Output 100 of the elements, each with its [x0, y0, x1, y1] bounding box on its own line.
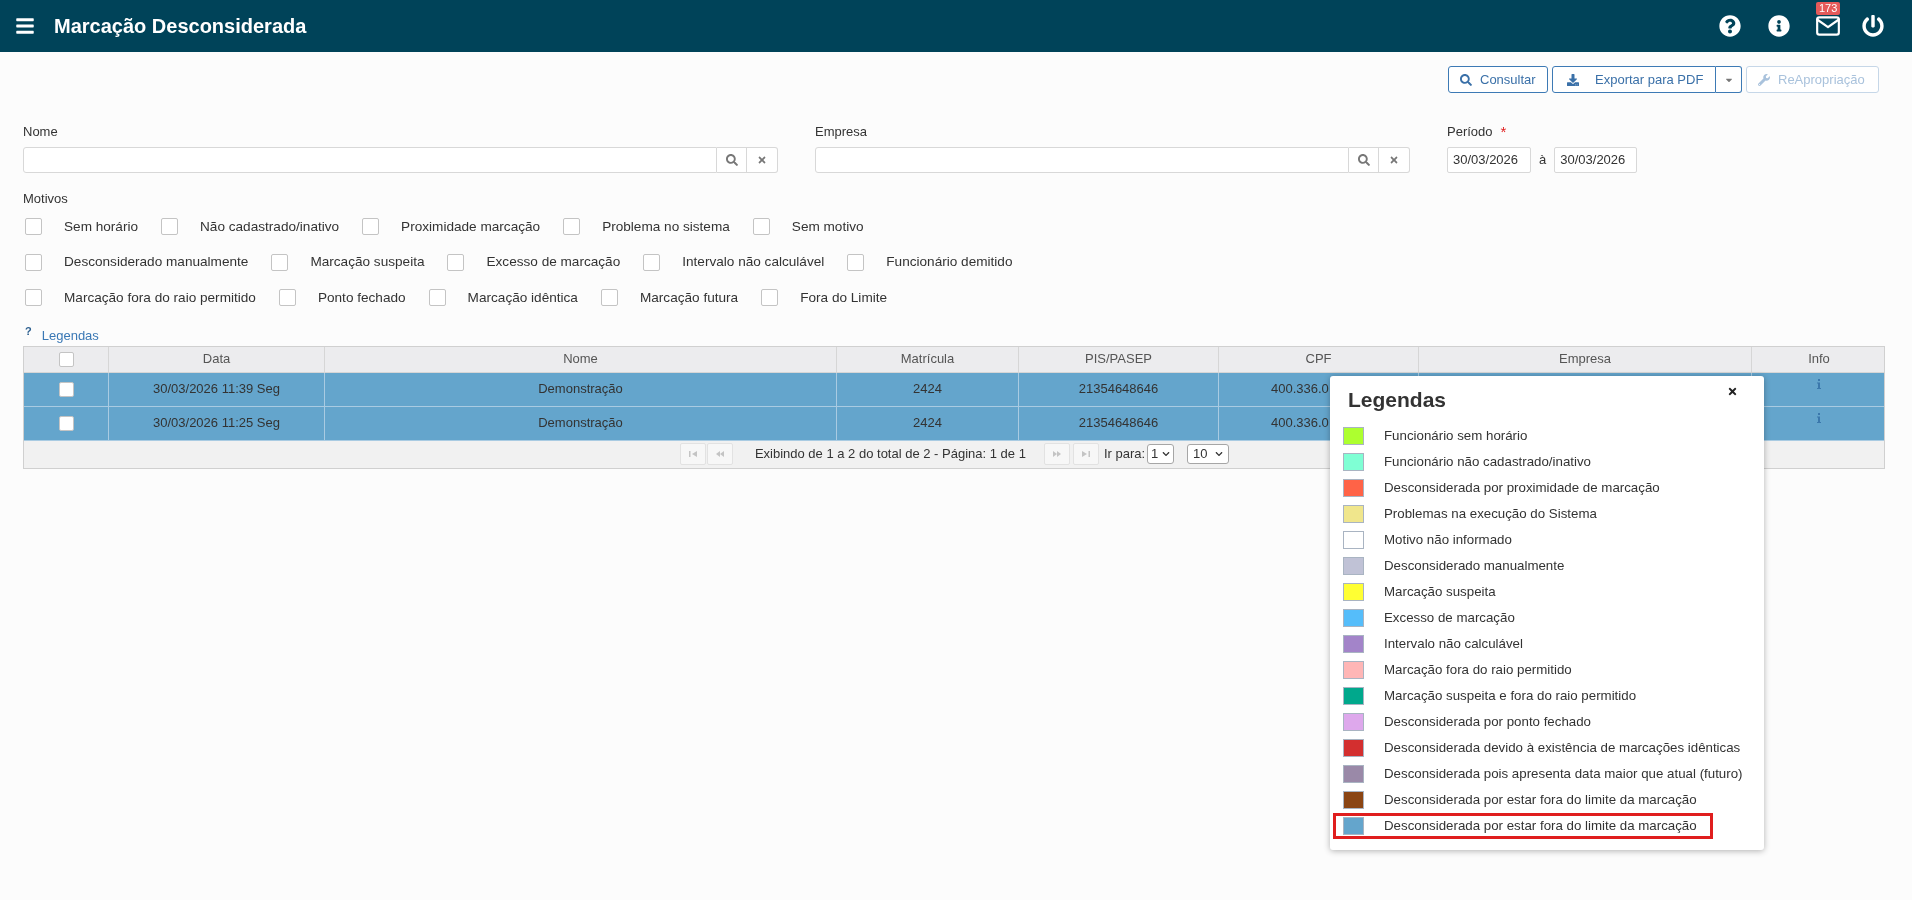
checkbox-label: Excesso de marcação	[486, 253, 621, 272]
clear-button[interactable]	[1379, 147, 1410, 173]
table-cell-text: 21354648646	[1078, 380, 1159, 399]
power-icon	[1862, 15, 1884, 37]
page-select[interactable]: 1	[1147, 444, 1175, 464]
reason-checkbox[interactable]	[600, 289, 618, 307]
date-input[interactable]: 30/03/2026	[1447, 147, 1531, 173]
checkbox-label: Intervalo não calculável	[682, 253, 825, 272]
reason-checkbox[interactable]	[161, 218, 179, 236]
mail-button[interactable]	[1815, 13, 1841, 39]
checkbox-label: Ponto fechado	[317, 288, 406, 307]
checkbox-label: Sem motivo	[791, 217, 864, 236]
help-mark: ?	[25, 325, 32, 337]
reason-checkbox[interactable]	[752, 218, 770, 236]
reason-checkbox[interactable]	[362, 218, 380, 236]
close-icon	[757, 155, 767, 165]
wrench-icon	[1758, 73, 1770, 86]
info-icon	[1768, 15, 1790, 37]
date-input[interactable]: 30/03/2026	[1554, 147, 1638, 173]
legend-label: Intervalo não calculável	[1384, 635, 1523, 654]
first-page-icon	[688, 451, 697, 457]
table-cell-text: 2424	[913, 380, 942, 399]
mail-icon	[1815, 13, 1841, 39]
menu-icon	[15, 16, 35, 36]
legend-label: Motivo não informado	[1384, 531, 1512, 550]
reason-checkbox[interactable]	[25, 218, 42, 236]
export-button[interactable]: Exportar para PDF	[1552, 66, 1716, 93]
reason-checkbox[interactable]	[643, 253, 661, 271]
lookup-button[interactable]	[717, 147, 747, 173]
legend-label: Desconsiderada por estar fora do limite da marcação	[1384, 791, 1697, 810]
menu-button[interactable]	[15, 16, 35, 36]
legend-link[interactable]: Legendas	[41, 327, 99, 344]
legend-label: Desconsiderada devido à existência de marcações idênticas	[1384, 739, 1741, 758]
field-label: Período	[1447, 124, 1493, 140]
reason-checkbox[interactable]	[563, 218, 581, 236]
nome-input[interactable]	[23, 147, 717, 173]
help-icon	[1719, 15, 1741, 37]
legend-label: Marcação suspeita	[1384, 583, 1496, 602]
checkbox-label: Fora do Limite	[800, 288, 888, 307]
section-label: Motivos	[23, 191, 69, 207]
close-icon	[1727, 386, 1738, 397]
legend-label: Excesso de marcação	[1384, 609, 1515, 628]
checkbox-label: Marcação futura	[639, 288, 739, 307]
column-header[interactable]: PIS/PASEP	[1085, 349, 1152, 369]
row-checkbox[interactable]	[58, 415, 74, 431]
info-icon[interactable]	[1817, 379, 1821, 389]
required-mark: *	[1500, 125, 1507, 139]
table-cell-text: 2424	[913, 414, 942, 433]
reason-checkbox[interactable]	[428, 289, 446, 307]
reason-checkbox[interactable]	[447, 253, 465, 271]
date-separator: à	[1539, 151, 1547, 170]
table-cell-text: 30/03/2026 11:25 Seg	[153, 414, 280, 433]
column-header[interactable]: Nome	[563, 349, 598, 369]
legend-label: Desconsiderada pois apresenta data maior que atual (futuro)	[1384, 765, 1743, 784]
chevron-icon	[1215, 450, 1224, 458]
search-button[interactable]: Consultar	[1448, 66, 1548, 93]
dropdown-toggle[interactable]	[1716, 66, 1742, 93]
next-page-icon	[1052, 451, 1061, 457]
notification-badge: 173	[1816, 2, 1841, 15]
page-title: Marcação Desconsiderada	[54, 14, 307, 39]
checkbox-label: Marcação idêntica	[467, 288, 578, 307]
info-button[interactable]	[1768, 15, 1790, 37]
checkbox-label: Funcionário demitido	[886, 253, 1013, 272]
row-checkbox[interactable]	[58, 381, 74, 397]
close-button[interactable]	[1727, 386, 1738, 397]
column-header[interactable]: Empresa	[1559, 349, 1611, 369]
info-icon[interactable]	[1817, 413, 1821, 423]
goto-label: Ir para:	[1103, 445, 1146, 464]
logout-button[interactable]	[1862, 15, 1884, 37]
chevron-icon	[1162, 450, 1171, 458]
legend-label: Desconsiderado manualmente	[1384, 557, 1565, 576]
column-header[interactable]: CPF	[1305, 349, 1332, 369]
reason-checkbox[interactable]	[25, 289, 42, 307]
column-header[interactable]: Info	[1808, 349, 1830, 369]
help-button[interactable]	[1719, 15, 1741, 37]
legend-label: Desconsiderada por ponto fechado	[1384, 713, 1591, 732]
column-header[interactable]: Data	[202, 349, 231, 369]
reason-checkbox[interactable]	[761, 289, 779, 307]
reason-checkbox[interactable]	[847, 253, 865, 271]
table-cell-text: 400.336.0	[1271, 380, 1329, 399]
page-size-select[interactable]: 10	[1187, 444, 1230, 464]
checkbox-label: Proximidade marcação	[401, 217, 541, 236]
legend-label: Problemas na execução do Sistema	[1384, 505, 1597, 524]
checkbox-label: Marcação fora do raio permitido	[64, 288, 256, 307]
checkbox-label: Não cadastrado/inativo	[200, 217, 340, 236]
legend-label: Desconsiderada por proximidade de marcação	[1384, 479, 1660, 498]
lookup-button[interactable]	[1349, 147, 1379, 173]
reason-checkbox[interactable]	[25, 253, 42, 271]
last-page-icon	[1081, 451, 1090, 457]
search-icon	[725, 154, 738, 166]
reason-checkbox[interactable]	[271, 253, 289, 271]
reason-checkbox[interactable]	[278, 289, 296, 307]
legend-label: Funcionário não cadastrado/inativo	[1384, 453, 1591, 472]
prev-page-icon	[715, 451, 724, 457]
select-all-checkbox[interactable]	[58, 351, 74, 367]
column-header[interactable]: Matrícula	[900, 349, 955, 369]
legend-label: Marcação fora do raio permitido	[1384, 661, 1572, 680]
clear-button[interactable]	[747, 147, 778, 173]
checkbox-label: Problema no sistema	[602, 217, 730, 236]
empresa-input[interactable]	[815, 147, 1349, 173]
